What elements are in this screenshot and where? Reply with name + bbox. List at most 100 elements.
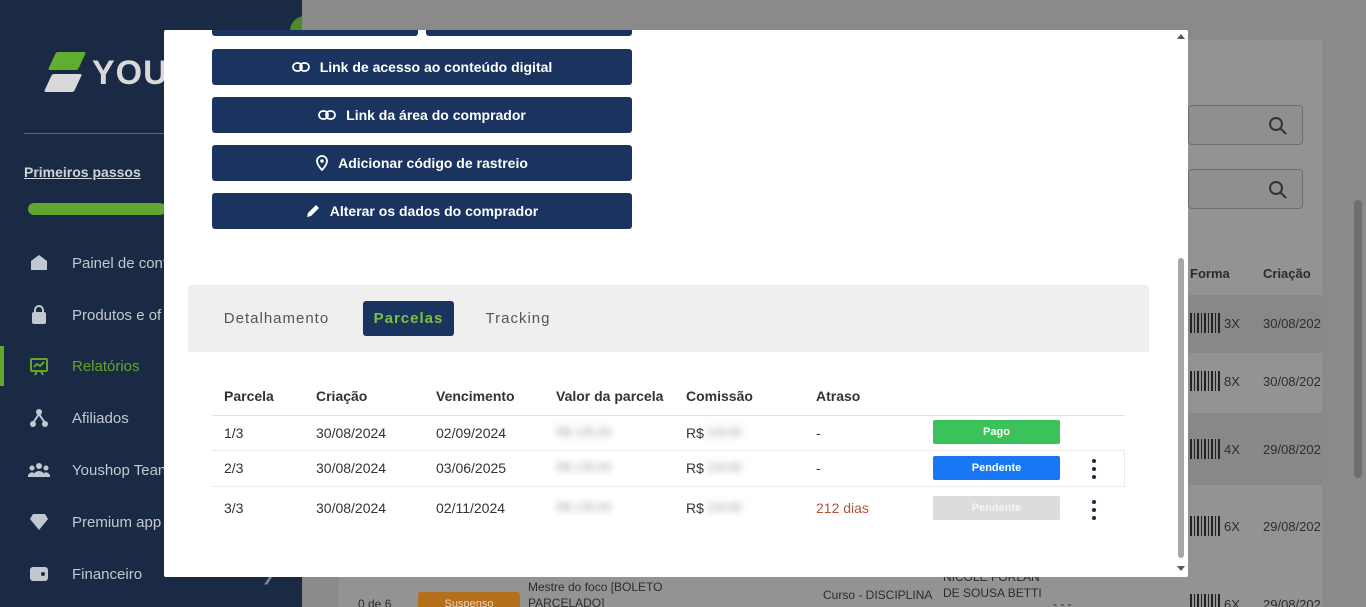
status-badge: Pago bbox=[933, 420, 1060, 444]
scroll-down-arrow-icon[interactable] bbox=[1177, 566, 1185, 571]
bag-icon bbox=[28, 304, 50, 326]
background-date: 29/08/202 bbox=[1263, 519, 1321, 534]
sidebar-item-label: Afiliados bbox=[72, 409, 129, 427]
action-button-partial[interactable] bbox=[212, 30, 418, 36]
background-installments: 3X bbox=[1224, 316, 1240, 331]
background-product: Mestre do foco [BOLETO PARCELADO] bbox=[528, 580, 663, 607]
commission-value-blurred: 118,80 bbox=[706, 425, 742, 439]
barcode-icon bbox=[1190, 439, 1220, 459]
installment-number: 3/3 bbox=[224, 500, 244, 516]
background-search-field[interactable] bbox=[1188, 169, 1303, 209]
add-tracking-code-button[interactable]: Adicionar código de rastreio bbox=[212, 145, 632, 181]
sidebar-item-label: Relatórios bbox=[72, 357, 140, 375]
scrollbar-thumb[interactable] bbox=[1178, 258, 1184, 558]
installment-delay: - bbox=[816, 425, 821, 441]
search-icon bbox=[1269, 181, 1287, 199]
installment-value-blurred: R$ 135,00 bbox=[556, 425, 612, 439]
background-date: 30/08/202 bbox=[1263, 374, 1321, 389]
commission-value-blurred: 118,80 bbox=[706, 460, 742, 474]
background-installments: 6X bbox=[1224, 597, 1240, 607]
action-button-partial[interactable] bbox=[426, 30, 632, 36]
column-header-comissao: Comissão bbox=[686, 388, 753, 404]
edit-buyer-data-button[interactable]: Alterar os dados do comprador bbox=[212, 193, 632, 229]
background-count: 0 de 6 bbox=[358, 597, 392, 607]
row-actions-kebab-icon[interactable] bbox=[1090, 459, 1098, 479]
table-row: 1/3 30/08/2024 02/09/2024 R$ 135,00 R$ 1… bbox=[212, 416, 1125, 450]
background-date: 29/08/202 bbox=[1263, 442, 1321, 457]
order-details-modal: Link de acesso ao conteúdo digital Link … bbox=[164, 30, 1188, 577]
logo-mark-icon bbox=[43, 48, 87, 98]
tab-parcelas[interactable]: Parcelas bbox=[363, 301, 454, 336]
column-header-criacao: Criação bbox=[316, 388, 368, 404]
wallet-icon bbox=[28, 563, 50, 585]
installment-due: 02/11/2024 bbox=[436, 500, 506, 516]
background-date: 30/08/202 bbox=[1263, 316, 1321, 331]
installment-created: 30/08/2024 bbox=[316, 460, 387, 476]
buyer-area-link-button[interactable]: Link da área do comprador bbox=[212, 97, 632, 133]
network-icon bbox=[28, 407, 50, 429]
modal-scrollbar[interactable] bbox=[1174, 30, 1188, 577]
report-icon bbox=[28, 355, 50, 377]
column-header-atraso: Atraso bbox=[816, 388, 861, 404]
sidebar-item-label: Youshop Tean bbox=[72, 461, 167, 479]
background-dashes: - - - bbox=[1053, 597, 1072, 607]
column-header-vencimento: Vencimento bbox=[436, 388, 515, 404]
installment-delay: 212 dias bbox=[816, 500, 869, 516]
sidebar-item-label: Produtos e of bbox=[72, 306, 162, 324]
pencil-icon bbox=[306, 204, 320, 218]
background-installments: 8X bbox=[1224, 374, 1240, 389]
sidebar-divider bbox=[24, 133, 164, 134]
installment-created: 30/08/2024 bbox=[316, 500, 387, 516]
installment-number: 1/3 bbox=[224, 425, 244, 441]
installment-due: 03/06/2025 bbox=[436, 460, 507, 476]
commission-prefix: R$ bbox=[686, 460, 704, 476]
background-col-criacao: Criação bbox=[1263, 266, 1311, 281]
barcode-icon bbox=[1190, 516, 1220, 536]
commission-value-blurred: 118,80 bbox=[706, 500, 742, 514]
background-installments: 6X bbox=[1224, 519, 1240, 534]
column-header-valor: Valor da parcela bbox=[556, 388, 664, 404]
table-row: 3/3 30/08/2024 02/11/2024 R$ 135,00 R$ 1… bbox=[212, 487, 1125, 529]
sidebar-item-label: Financeiro bbox=[72, 565, 143, 583]
installment-delay: - bbox=[816, 460, 821, 476]
button-label: Link da área do comprador bbox=[346, 107, 526, 123]
status-badge: Pendente bbox=[933, 496, 1060, 520]
button-label: Adicionar código de rastreio bbox=[338, 155, 528, 171]
background-search-field[interactable] bbox=[1188, 105, 1303, 145]
sidebar-item-label: Premium app bbox=[72, 513, 162, 531]
details-tab-bar: Detalhamento Parcelas Tracking bbox=[188, 285, 1149, 352]
barcode-icon bbox=[1190, 313, 1220, 333]
column-header-parcela: Parcela bbox=[224, 388, 274, 404]
digital-content-link-button[interactable]: Link de acesso ao conteúdo digital bbox=[212, 49, 632, 85]
tab-detalhamento[interactable]: Detalhamento bbox=[214, 301, 339, 336]
row-actions-kebab-icon[interactable] bbox=[1090, 500, 1098, 520]
installment-number: 2/3 bbox=[224, 460, 244, 476]
barcode-icon bbox=[1190, 594, 1220, 607]
link-icon bbox=[318, 110, 337, 120]
tab-tracking[interactable]: Tracking bbox=[478, 301, 558, 336]
commission-prefix: R$ bbox=[686, 425, 704, 441]
first-steps-progress-fill bbox=[28, 203, 166, 215]
commission-prefix: R$ bbox=[686, 500, 704, 516]
barcode-icon bbox=[1190, 371, 1220, 391]
sidebar-item-label: Painel de cont bbox=[72, 254, 168, 272]
first-steps-link[interactable]: Primeiros passos bbox=[24, 164, 141, 180]
status-badge: Pendente bbox=[933, 456, 1060, 480]
installment-due: 02/09/2024 bbox=[436, 425, 507, 441]
installment-value-blurred: R$ 135,00 bbox=[556, 500, 612, 514]
scroll-up-arrow-icon[interactable] bbox=[1177, 34, 1185, 39]
installment-value-blurred: R$ 135,00 bbox=[556, 460, 612, 474]
background-status-badge: Suspenso bbox=[418, 592, 520, 607]
house-icon bbox=[28, 252, 50, 274]
background-category: Curso - DISCIPLINA bbox=[823, 588, 933, 602]
page-scrollbar-thumb[interactable] bbox=[1354, 200, 1362, 478]
link-icon bbox=[291, 62, 310, 72]
button-label: Alterar os dados do comprador bbox=[329, 203, 539, 219]
diamond-icon bbox=[28, 511, 50, 533]
table-row: 2/3 30/08/2024 03/06/2025 R$ 135,00 R$ 1… bbox=[212, 450, 1125, 487]
installment-created: 30/08/2024 bbox=[316, 425, 387, 441]
background-col-forma: Forma bbox=[1190, 266, 1230, 281]
button-label: Link de acesso ao conteúdo digital bbox=[319, 59, 553, 75]
location-pin-icon bbox=[316, 155, 328, 171]
search-icon bbox=[1269, 117, 1287, 135]
